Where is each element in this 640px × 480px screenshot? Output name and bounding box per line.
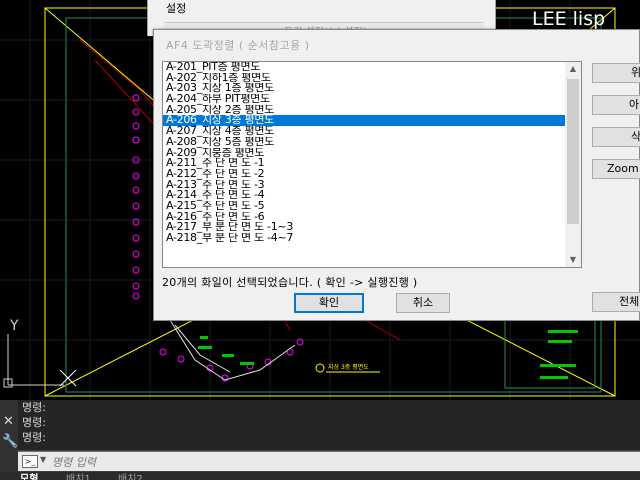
layout-tabs: 모형 배치1 배치2	[0, 472, 640, 480]
file-list-item[interactable]: A-216_주 단 면 도 -6	[163, 212, 565, 223]
command-line-panel: ✕ 🔧 명령: 명령: 명령: >_ ▼ 모형 배치1 배치2	[0, 400, 640, 480]
history-line: 명령:	[22, 431, 46, 444]
command-history: 명령: 명령: 명령:	[18, 400, 640, 450]
zoom-button[interactable]: Zoom	[592, 159, 640, 179]
brand-label: LEE lisp	[532, 8, 606, 30]
history-line: 명령:	[22, 401, 46, 414]
file-list-item[interactable]: A-211_주 단 면 도 -1	[163, 158, 565, 169]
scroll-thumb[interactable]	[567, 79, 579, 224]
close-icon[interactable]: ✕	[3, 414, 14, 429]
tab-layout2[interactable]: 배치2	[118, 472, 143, 480]
selection-status: 20개의 화일이 선택되었습니다. ( 확인 -> 실행진행 )	[162, 276, 418, 289]
chevron-down-icon[interactable]: ▼	[40, 455, 46, 464]
file-list-item[interactable]: A-203_지상 1층 평면도	[163, 83, 565, 94]
file-list-item[interactable]: A-204_하부 PIT평면도	[163, 94, 565, 105]
file-list-item[interactable]: A-209_지붕층 평면도	[163, 148, 565, 159]
move-up-button[interactable]: 위	[592, 63, 640, 83]
file-list-item[interactable]: A-215_주 단 면 도 -5	[163, 201, 565, 212]
settings-dialog-title: 설정	[166, 2, 187, 15]
drawing-title-tag: 지상 3층 평면도	[328, 363, 369, 371]
file-list-item[interactable]: A-206_지상 3층 평면도	[163, 115, 565, 127]
file-list-item[interactable]: A-217_부 분 단 면 도 -1~3	[163, 222, 565, 233]
file-list-item[interactable]: A-212_주 단 면 도 -2	[163, 169, 565, 180]
file-list-item[interactable]: A-201_PIT층 평면도	[163, 62, 565, 73]
file-list-item[interactable]: A-213_주 단 면 도 -3	[163, 180, 565, 191]
prompt-icon[interactable]: >_	[22, 455, 38, 468]
file-list-item[interactable]: A-205_지상 2층 평면도	[163, 105, 565, 116]
tab-model[interactable]: 모형	[20, 472, 38, 480]
file-listbox[interactable]: A-201_PIT층 평면도 A-202_지하1층 평면도 A-203_지상 1층 …	[162, 61, 582, 268]
file-list-item[interactable]: A-207_지상 4층 평면도	[163, 126, 565, 137]
cancel-button[interactable]: 취소	[396, 293, 450, 313]
delete-button[interactable]: 삭	[592, 127, 640, 147]
command-gutter: ✕ 🔧	[0, 400, 18, 472]
tab-layout1[interactable]: 배치1	[66, 472, 91, 480]
ucs-y-label: Y	[9, 318, 19, 334]
select-all-button[interactable]: 전체	[592, 292, 640, 312]
dialog-caption: AF4 도곽정렬 ( 순서참고용 )	[166, 39, 310, 52]
list-scrollbar[interactable]: ▲ ▼	[565, 62, 581, 267]
file-list-item[interactable]: A-214_주 단 면 도 -4	[163, 190, 565, 201]
command-input[interactable]	[52, 454, 612, 470]
file-list-item[interactable]: A-208_지상 5층 평면도	[163, 137, 565, 148]
command-input-bar[interactable]: >_ ▼	[18, 451, 640, 471]
move-down-button[interactable]: 아	[592, 95, 640, 115]
scroll-down-icon[interactable]: ▼	[565, 253, 581, 267]
wrench-icon[interactable]: 🔧	[2, 434, 18, 449]
file-list-item[interactable]: A-202_지하1층 평면도	[163, 73, 565, 84]
file-list[interactable]: A-201_PIT층 평면도 A-202_지하1층 평면도 A-203_지상 1층 …	[163, 62, 565, 244]
history-line: 명령:	[22, 416, 46, 429]
ok-button[interactable]: 확인	[294, 293, 364, 313]
file-list-item[interactable]: A-218_부 분 단 면 도 -4~7	[163, 233, 565, 244]
scroll-up-icon[interactable]: ▲	[565, 62, 581, 76]
sort-dialog: AF4 도곽정렬 ( 순서참고용 ) A-201_PIT층 평면도 A-202_지…	[153, 29, 640, 321]
